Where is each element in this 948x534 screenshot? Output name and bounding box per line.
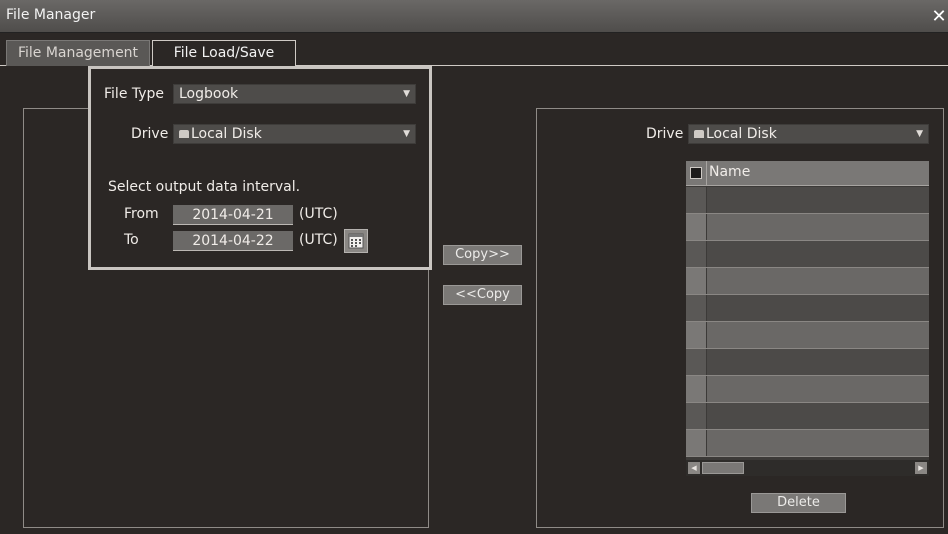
from-label: From [124, 206, 159, 222]
right-drive-value: Local Disk [706, 126, 777, 142]
disk-icon [179, 130, 189, 138]
column-header-name[interactable]: Name [709, 164, 750, 180]
row-selector-cell[interactable] [686, 376, 706, 403]
copy-right-button[interactable]: Copy>> [443, 245, 522, 265]
row-selector-cell[interactable] [686, 349, 706, 376]
row-name-cell[interactable] [707, 403, 929, 430]
table-row[interactable] [686, 241, 929, 268]
calendar-icon [348, 233, 364, 249]
output-settings-panel: File Type Logbook ▼ Drive Local Disk ▼ S… [88, 66, 432, 270]
row-selector-cell[interactable] [686, 214, 706, 241]
table-row[interactable] [686, 322, 929, 349]
interval-caption: Select output data interval. [108, 179, 301, 195]
chevron-down-icon: ▼ [403, 129, 410, 139]
drive-label: Drive [131, 126, 169, 142]
to-utc-label: (UTC) [299, 232, 338, 248]
row-name-cell[interactable] [707, 322, 929, 349]
file-list-grid: Name ◀ ▶ [686, 161, 929, 476]
right-drive-select[interactable]: Local Disk ▼ [688, 124, 929, 144]
delete-button[interactable]: Delete [751, 493, 846, 513]
row-selector-cell[interactable] [686, 295, 706, 322]
row-selector-cell[interactable] [686, 187, 706, 214]
table-row[interactable] [686, 376, 929, 403]
header-divider [706, 161, 707, 186]
to-date-field[interactable]: 2014-04-22 [173, 231, 293, 251]
file-type-value: Logbook [179, 86, 239, 102]
tab-file-management[interactable]: File Management [6, 40, 150, 66]
row-name-cell[interactable] [707, 430, 929, 457]
tab-file-load-save[interactable]: File Load/Save [152, 40, 296, 66]
table-row[interactable] [686, 349, 929, 376]
row-name-cell[interactable] [707, 268, 929, 295]
left-drive-select[interactable]: Local Disk ▼ [173, 124, 416, 144]
title-bar: File Manager ✕ [0, 0, 948, 33]
disk-icon [694, 130, 704, 138]
row-divider [686, 456, 929, 457]
scrollbar-thumb[interactable] [702, 462, 744, 474]
row-selector-cell[interactable] [686, 322, 706, 349]
select-all-checkbox[interactable] [690, 167, 702, 179]
calendar-button[interactable] [344, 229, 368, 253]
horizontal-scrollbar[interactable]: ◀ ▶ [686, 460, 929, 476]
row-selector-cell[interactable] [686, 430, 706, 457]
row-name-cell[interactable] [707, 241, 929, 268]
from-date-field[interactable]: 2014-04-21 [173, 205, 293, 225]
row-name-cell[interactable] [707, 349, 929, 376]
chevron-down-icon: ▼ [403, 89, 410, 99]
table-row[interactable] [686, 214, 929, 241]
copy-left-button[interactable]: <<Copy [443, 285, 522, 305]
chevron-down-icon: ▼ [916, 129, 923, 139]
row-selector-cell[interactable] [686, 268, 706, 295]
close-icon[interactable]: ✕ [930, 6, 948, 28]
table-row[interactable] [686, 268, 929, 295]
row-name-cell[interactable] [707, 376, 929, 403]
row-name-cell[interactable] [707, 187, 929, 214]
to-label: To [124, 232, 139, 248]
from-utc-label: (UTC) [299, 206, 338, 222]
row-selector-cell[interactable] [686, 403, 706, 430]
row-selector-cell[interactable] [686, 241, 706, 268]
table-row[interactable] [686, 187, 929, 214]
table-row[interactable] [686, 430, 929, 457]
table-row[interactable] [686, 295, 929, 322]
grid-header: Name [686, 161, 929, 186]
table-row[interactable] [686, 403, 929, 430]
scroll-left-icon[interactable]: ◀ [688, 462, 700, 474]
row-name-cell[interactable] [707, 295, 929, 322]
file-type-label: File Type [104, 86, 165, 102]
window-title: File Manager [6, 7, 96, 23]
row-name-cell[interactable] [707, 214, 929, 241]
left-drive-value: Local Disk [191, 126, 262, 142]
file-type-select[interactable]: Logbook ▼ [173, 84, 416, 104]
right-drive-label: Drive [646, 126, 684, 142]
scroll-right-icon[interactable]: ▶ [915, 462, 927, 474]
